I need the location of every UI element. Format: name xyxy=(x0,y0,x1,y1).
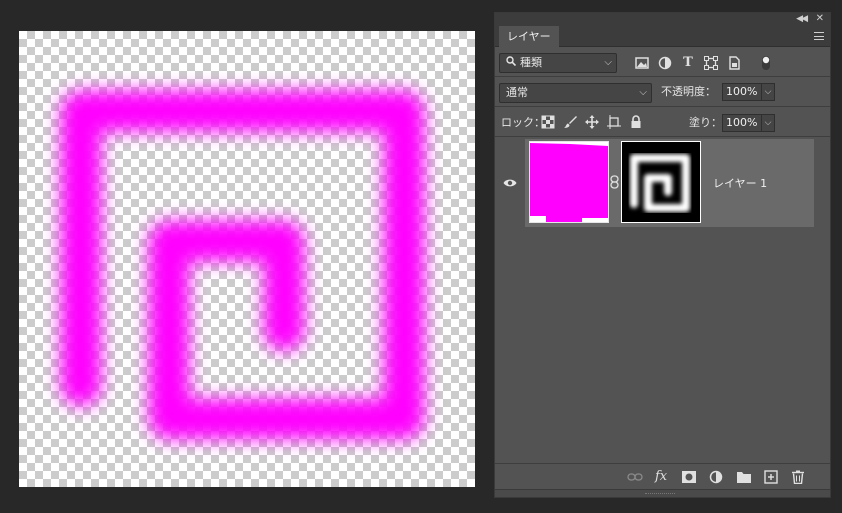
blend-mode-select[interactable]: 通常 ⌵ xyxy=(499,83,652,103)
lock-all-icon[interactable] xyxy=(629,115,645,131)
panel-tab-bar: レイヤー xyxy=(495,26,830,47)
lock-image-pixels-icon[interactable] xyxy=(563,115,579,131)
search-icon xyxy=(506,55,517,73)
chevron-down-icon: ⌵ xyxy=(764,87,772,97)
lock-transparent-pixels-icon[interactable] xyxy=(541,115,557,131)
fill-dropdown[interactable]: ⌵ xyxy=(761,114,775,132)
lock-label: ロック： xyxy=(501,116,545,129)
panel-title-bar[interactable]: ◀◀ ✕ xyxy=(495,13,830,26)
opacity-label: 不透明度： xyxy=(661,85,716,98)
adjustment-layer-icon[interactable] xyxy=(709,470,725,484)
layer-mask-thumbnail[interactable] xyxy=(621,141,701,223)
new-group-icon[interactable] xyxy=(736,470,752,484)
blend-mode-value: 通常 xyxy=(506,86,528,99)
eye-icon[interactable] xyxy=(503,177,517,187)
canvas-artwork xyxy=(61,91,424,439)
link-layers-icon[interactable] xyxy=(627,470,643,484)
chevron-down-icon: ⌵ xyxy=(639,87,647,98)
layer-row[interactable]: レイヤー 1 xyxy=(525,139,814,227)
magenta-spiral-stroke xyxy=(61,91,424,439)
image-filter-icon[interactable] xyxy=(634,55,650,71)
lock-position-icon[interactable] xyxy=(585,115,601,131)
lock-artboard-icon[interactable] xyxy=(607,115,623,131)
blend-row: 通常 ⌵ 不透明度： 100% ⌵ xyxy=(495,79,830,107)
opacity-input[interactable]: 100% xyxy=(722,83,762,101)
chevron-down-icon: ⌵ xyxy=(604,57,612,68)
layer-name[interactable]: レイヤー 1 xyxy=(713,175,767,191)
lock-row: ロック： 塗り： 100% ⌵ xyxy=(495,109,830,137)
smart-object-filter-icon[interactable] xyxy=(726,55,742,71)
chevron-down-icon: ⌵ xyxy=(764,118,772,128)
layers-list: レイヤー 1 xyxy=(495,139,830,463)
adjustment-filter-icon[interactable] xyxy=(657,55,673,71)
fill-input[interactable]: 100% xyxy=(722,114,762,132)
add-mask-icon[interactable] xyxy=(681,470,697,484)
filter-kind-value: 種類 xyxy=(520,56,542,69)
opacity-dropdown[interactable]: ⌵ xyxy=(761,83,775,101)
panel-menu-icon[interactable] xyxy=(814,32,824,40)
type-filter-icon[interactable]: T xyxy=(680,55,696,71)
layer-filter-row: 種類 ⌵ T xyxy=(495,49,830,77)
collapse-panel-icon[interactable]: ◀◀ xyxy=(796,14,808,24)
layers-panel: ◀◀ ✕ レイヤー 種類 ⌵ T 通常 ⌵ 不透明度： 100% ⌵ ロック： … xyxy=(494,12,831,498)
filter-toggle-icon[interactable] xyxy=(758,55,774,71)
new-layer-icon[interactable] xyxy=(763,470,779,484)
close-icon[interactable]: ✕ xyxy=(816,13,824,24)
layer-thumbnail[interactable] xyxy=(529,141,609,223)
delete-layer-icon[interactable] xyxy=(790,470,806,485)
document-canvas[interactable] xyxy=(19,31,475,487)
layer-visibility-column xyxy=(495,139,525,227)
shape-filter-icon[interactable] xyxy=(703,55,719,71)
filter-kind-select[interactable]: 種類 ⌵ xyxy=(499,53,617,73)
mask-link-icon[interactable] xyxy=(610,175,619,189)
fx-icon[interactable]: fx xyxy=(655,470,671,484)
panel-resize-grip[interactable] xyxy=(495,489,830,497)
tab-layers[interactable]: レイヤー xyxy=(499,26,559,47)
fill-label: 塗り： xyxy=(689,116,722,129)
layers-bottom-toolbar: fx xyxy=(495,463,830,489)
